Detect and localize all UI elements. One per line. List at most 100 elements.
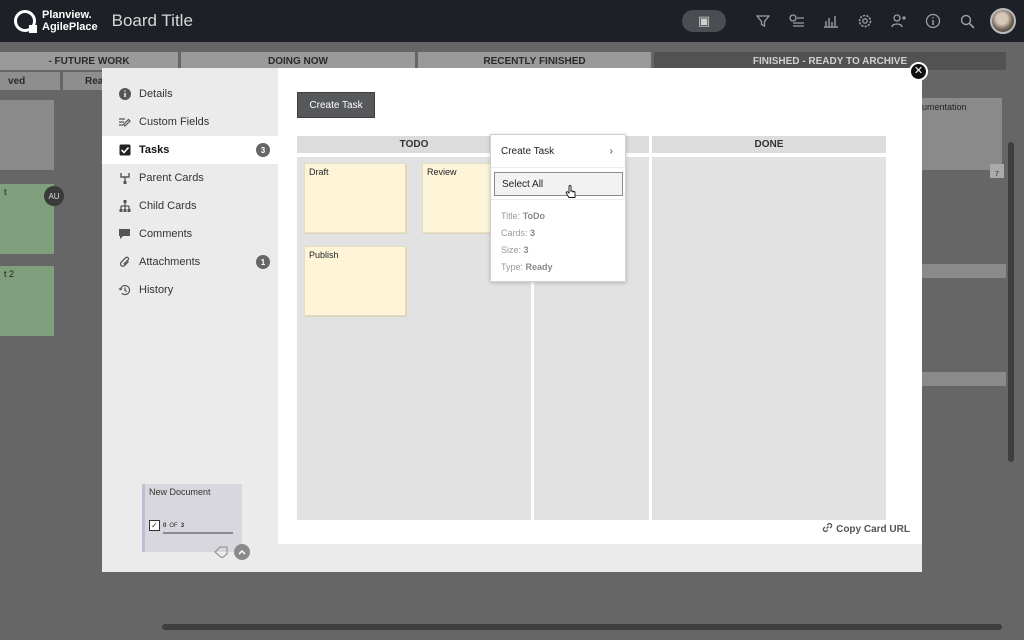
column-info-title: Title: ToDo	[501, 211, 545, 221]
nav-label: Child Cards	[139, 200, 197, 212]
menu-item-create-task[interactable]: Create Task ›	[491, 137, 625, 165]
menu-item-select-all[interactable]: Select All	[494, 172, 623, 196]
task-label: Publish	[309, 250, 339, 260]
nav-item-child-cards[interactable]: Child Cards	[102, 192, 278, 220]
create-task-button[interactable]: Create Task	[297, 92, 375, 118]
card-add-icon[interactable]: ▣	[682, 10, 726, 32]
sub-lane-label: Rea	[85, 75, 104, 87]
board-card[interactable]: umentation	[922, 98, 1002, 170]
logo-line-1: Planview.	[42, 9, 92, 21]
lane-label: FINISHED - READY TO ARCHIVE	[752, 55, 908, 67]
lane-label: RECENTLY FINISHED	[483, 55, 586, 67]
horizontal-scrollbar[interactable]	[162, 624, 1002, 630]
comment-icon	[118, 228, 131, 241]
parent-tree-icon	[118, 172, 131, 185]
nav-label: Attachments	[139, 256, 201, 268]
tag-icon[interactable]	[214, 546, 228, 559]
card-assignee-avatar[interactable]: AU	[44, 186, 64, 206]
nav-item-attachments[interactable]: Attachments 1	[102, 248, 278, 276]
board-title[interactable]: Board Title	[112, 11, 193, 31]
logo-mark-icon	[14, 10, 37, 33]
attachments-count-badge: 1	[256, 255, 270, 269]
card-preview-title: New Document	[149, 487, 211, 497]
nav-label: Tasks	[139, 144, 170, 156]
menu-item-label: Create Task	[501, 145, 555, 157]
card-text: t 2	[4, 269, 15, 279]
nav-item-history[interactable]: History	[102, 276, 278, 304]
nav-label: History	[139, 284, 174, 296]
info-value: 3	[530, 228, 536, 238]
settings-icon[interactable]	[854, 10, 876, 32]
card-preview[interactable]: New Document ✓ 0 OF 3	[142, 484, 242, 552]
column-info-type: Type: Ready	[501, 262, 553, 272]
checkbox-icon	[118, 144, 131, 157]
progress-of: OF	[169, 522, 178, 529]
nav-item-custom-fields[interactable]: Custom Fields	[102, 108, 278, 136]
info-key: Title:	[501, 211, 521, 221]
avatar[interactable]	[990, 8, 1016, 34]
copy-card-url-link[interactable]: Copy Card URL	[822, 522, 910, 536]
column-info-size: Size: 3	[501, 245, 529, 255]
task-card-publish[interactable]: Publish	[304, 246, 406, 316]
info-key: Size:	[501, 245, 522, 255]
board-card[interactable]	[0, 100, 54, 170]
progress-bar	[163, 532, 233, 534]
task-card-draft[interactable]: Draft	[304, 163, 406, 233]
column-info-cards: Cards: 3	[501, 228, 535, 238]
column-header-done: DONE	[652, 136, 886, 153]
add-user-icon[interactable]	[888, 10, 910, 32]
chevron-right-icon: ›	[609, 145, 613, 157]
lane-divider	[922, 372, 1006, 386]
pencil-lines-icon	[118, 116, 131, 129]
info-value: 3	[523, 245, 529, 255]
sub-lane-header[interactable]: ved	[0, 72, 60, 90]
copy-url-label: Copy Card URL	[836, 523, 910, 535]
column-context-menu: Create Task › Select All Title: ToDo Car…	[490, 134, 626, 282]
info-circle-icon	[118, 88, 131, 101]
card-text: t	[4, 187, 7, 197]
child-tree-icon	[118, 200, 131, 213]
top-bar: Planview. AgilePlace Board Title ▣	[0, 0, 1024, 42]
link-icon	[822, 522, 833, 536]
nav-label: Parent Cards	[139, 172, 204, 184]
info-key: Type:	[501, 262, 524, 272]
nav-item-details[interactable]: Details	[102, 80, 278, 108]
task-progress: ✓ 0 OF 3	[149, 520, 184, 531]
progress-done: 0	[163, 522, 167, 529]
nav-item-parent-cards[interactable]: Parent Cards	[102, 164, 278, 192]
close-icon[interactable]: ✕	[909, 62, 928, 81]
checkbox-icon: ✓	[149, 520, 160, 531]
timeline-icon[interactable]	[786, 10, 808, 32]
task-label: Draft	[309, 167, 329, 177]
nav-item-tasks[interactable]: Tasks 3	[102, 136, 278, 164]
board-card[interactable]: t 2	[0, 266, 54, 336]
modal-side-nav: Details Custom Fields Tasks 3 Parent Car…	[102, 80, 278, 304]
sub-lane-header[interactable]: Rea	[63, 72, 103, 90]
nav-item-comments[interactable]: Comments	[102, 220, 278, 248]
vertical-scrollbar[interactable]	[1008, 142, 1014, 462]
filter-icon[interactable]	[752, 10, 774, 32]
chevron-up-icon[interactable]	[234, 544, 250, 560]
logo-line-2: AgilePlace	[42, 21, 98, 33]
nav-label: Custom Fields	[139, 116, 210, 128]
column-done[interactable]	[652, 157, 886, 520]
info-icon[interactable]	[922, 10, 944, 32]
info-key: Cards:	[501, 228, 528, 238]
menu-divider	[491, 167, 625, 168]
column-label: DONE	[754, 139, 784, 150]
info-value: ToDo	[522, 211, 546, 221]
task-label: Review	[427, 167, 457, 177]
tasks-count-badge: 3	[256, 143, 270, 157]
logo[interactable]: Planview. AgilePlace	[14, 9, 98, 33]
nav-label: Details	[139, 88, 173, 100]
column-label: TODO	[399, 139, 429, 150]
analytics-icon[interactable]	[820, 10, 842, 32]
calendar-icon: 7	[990, 164, 1004, 178]
date-text: 7	[995, 171, 999, 178]
menu-divider	[491, 199, 625, 200]
lane-label: DOING NOW	[268, 55, 328, 67]
nav-label: Comments	[139, 228, 193, 240]
search-icon[interactable]	[956, 10, 978, 32]
history-icon	[118, 284, 131, 297]
paperclip-icon	[118, 256, 131, 269]
